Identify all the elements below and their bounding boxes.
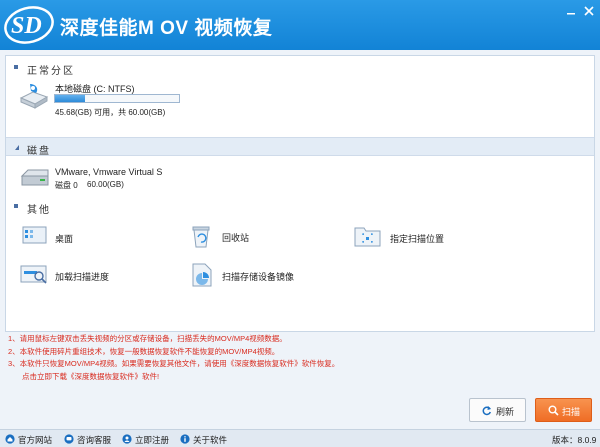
note-line: 3、本软件只恢复MOV/MP4视频。如果需要恢复其他文件，请使用《深度数据恢复软…	[8, 359, 340, 368]
section-title-disks: 磁盘	[27, 146, 51, 157]
partition-usage-text: 45.68(GB) 可用，共 60.00(GB)	[55, 108, 166, 117]
partition-usage-bar	[54, 94, 180, 103]
disk-size: 60.00(GB)	[87, 180, 124, 189]
info-icon	[180, 434, 190, 444]
scan-label: 扫描	[562, 407, 581, 417]
desktop-icon	[22, 226, 47, 244]
website-link[interactable]: 官方网站	[5, 433, 60, 445]
note-line: 2、本软件使用碎片重组技术，恢复一般数据恢复软件不能恢复的MOV/MP4视频。	[8, 346, 280, 356]
app-title: 深度佳能M OV 视频恢复	[60, 18, 273, 39]
chat-icon	[64, 434, 74, 444]
register-label: 立即注册	[135, 435, 170, 445]
recycle-bin-icon	[192, 226, 210, 248]
tool-recycle-bin-label: 回收站	[222, 233, 250, 243]
about-label: 关于软件	[193, 435, 228, 445]
title-bar: SD 深度佳能M OV 视频恢复	[0, 0, 600, 50]
notes: 1、请用鼠标左键双击丢失视频的分区或存储设备，扫描丢失的MOV/MP4视频数据。…	[8, 333, 339, 383]
section-partitions: 正常分区	[6, 58, 594, 77]
minimize-icon[interactable]	[565, 5, 577, 17]
tool-scan-location[interactable]: 指定扫描位置	[354, 224, 474, 250]
register-link[interactable]: 立即注册	[122, 433, 177, 445]
tool-scan-image[interactable]: 扫描存储设备镜像	[190, 262, 330, 288]
close-icon[interactable]	[583, 5, 595, 17]
note-line: 1、请用鼠标左键双击丢失视频的分区或存储设备，扫描丢失的MOV/MP4视频数据。	[8, 334, 287, 343]
tool-scan-location-label: 指定扫描位置	[390, 234, 445, 244]
search-icon	[548, 405, 559, 416]
about-link[interactable]: 关于软件	[180, 433, 235, 445]
app-logo: SD	[4, 6, 54, 44]
scan-button[interactable]: 扫描	[535, 398, 592, 422]
collapse-arrow-icon[interactable]	[14, 144, 20, 151]
partition-usage-fill	[55, 95, 85, 102]
support-link[interactable]: 咨询客服	[64, 433, 119, 445]
folder-scan-icon	[354, 227, 381, 247]
tool-load-progress-label: 加载扫描进度	[55, 272, 110, 282]
tool-load-progress[interactable]: 加载扫描进度	[20, 262, 140, 288]
website-label: 官方网站	[18, 435, 53, 445]
register-icon	[122, 434, 132, 444]
section-others: 其他	[6, 197, 594, 216]
tool-recycle-bin[interactable]: 回收站	[190, 223, 310, 249]
hard-drive-icon	[19, 84, 49, 109]
section-title-partitions: 正常分区	[27, 66, 75, 77]
version-text: 版本：8.0.9	[552, 435, 597, 445]
download-link[interactable]: 点击立即下载《深度数据恢复软件》软件!	[8, 371, 339, 384]
disk-drive-icon	[20, 169, 49, 186]
tool-scan-image-label: 扫描存储设备镜像	[222, 272, 295, 282]
refresh-icon	[482, 406, 492, 416]
tool-desktop-label: 桌面	[55, 234, 74, 244]
home-icon	[5, 434, 15, 444]
svg-text:SD: SD	[11, 13, 42, 39]
disk-label: 磁盘 0	[55, 181, 78, 190]
section-disks: 磁盘	[6, 137, 594, 157]
refresh-label: 刷新	[496, 407, 515, 417]
refresh-button[interactable]: 刷新	[469, 398, 526, 422]
support-label: 咨询客服	[77, 435, 112, 445]
disk-name: VMware, Vmware Virtual S	[55, 167, 163, 177]
tool-desktop[interactable]: 桌面	[22, 224, 142, 250]
status-bar: 官方网站 咨询客服 立即注册 关于软件 版本：8.0.9	[0, 429, 600, 447]
disk-image-icon	[192, 263, 212, 287]
load-progress-icon	[20, 265, 47, 284]
section-title-others: 其他	[27, 205, 51, 216]
